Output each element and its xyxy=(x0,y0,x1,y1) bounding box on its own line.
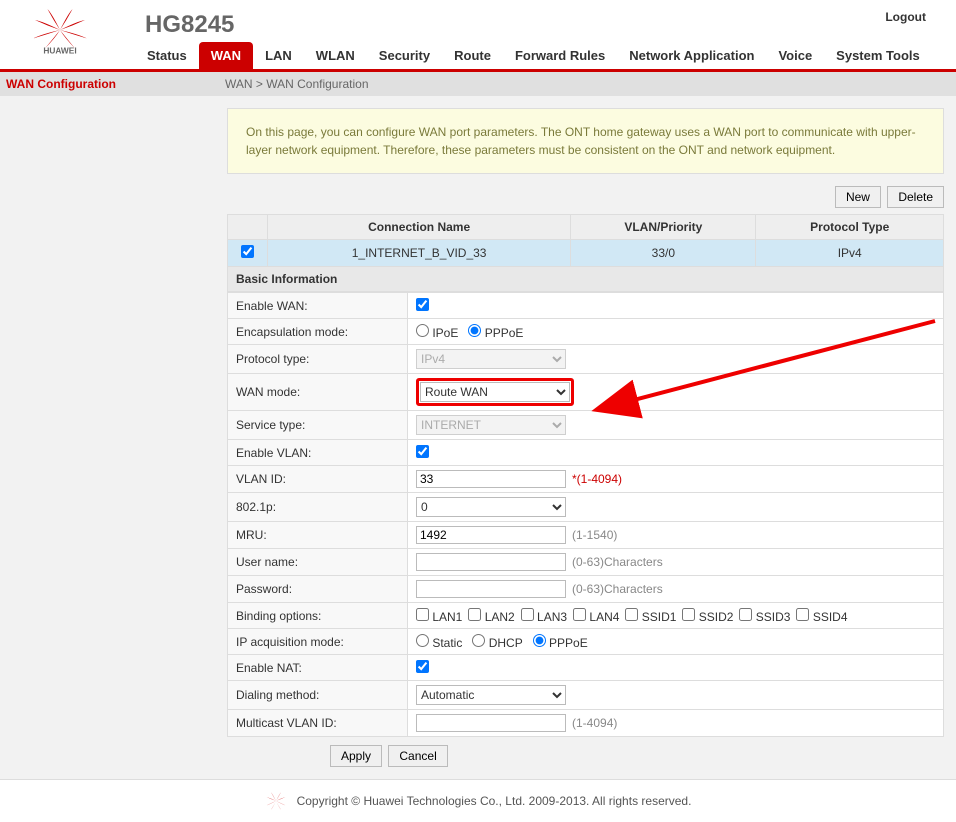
delete-button[interactable]: Delete xyxy=(887,186,944,208)
sidebar-active-item[interactable]: WAN Configuration xyxy=(0,77,215,91)
lbl-service-type: Service type: xyxy=(228,411,408,440)
username-input[interactable] xyxy=(416,553,566,571)
footer: Copyright © Huawei Technologies Co., Ltd… xyxy=(0,779,956,822)
lbl-enable-vlan: Enable VLAN: xyxy=(228,440,408,466)
svg-text:HUAWEI: HUAWEI xyxy=(43,45,76,55)
lbl-mcast: Multicast VLAN ID: xyxy=(228,710,408,737)
lbl-vlan-id: VLAN ID: xyxy=(228,466,408,493)
new-button[interactable]: New xyxy=(835,186,881,208)
dialing-select[interactable]: Automatic xyxy=(416,685,566,705)
wan-mode-select[interactable]: Route WAN xyxy=(420,382,570,402)
binding-lan1[interactable]: LAN1 xyxy=(416,610,462,624)
model-title: HG8245 xyxy=(145,11,234,39)
pass-hint: (0-63)Characters xyxy=(572,582,663,596)
footer-logo-icon xyxy=(265,790,287,812)
ipmode-pppoe[interactable]: PPPoE xyxy=(533,636,588,650)
sidebar xyxy=(0,96,215,779)
ipmode-static[interactable]: Static xyxy=(416,636,462,650)
row-checkbox[interactable] xyxy=(241,245,254,258)
table-row[interactable]: 1_INTERNET_B_VID_33 33/0 IPv4 xyxy=(228,240,944,267)
apply-button[interactable]: Apply xyxy=(330,745,382,767)
lbl-dialing: Dialing method: xyxy=(228,681,408,710)
p8021-select[interactable]: 0 xyxy=(416,497,566,517)
service-type-select: INTERNET xyxy=(416,415,566,435)
binding-ssid4[interactable]: SSID4 xyxy=(796,610,847,624)
section-header: Basic Information xyxy=(227,267,944,292)
password-input[interactable] xyxy=(416,580,566,598)
lbl-binding: Binding options: xyxy=(228,603,408,629)
lbl-8021p: 802.1p: xyxy=(228,493,408,522)
binding-ssid1[interactable]: SSID1 xyxy=(625,610,676,624)
ipmode-dhcp[interactable]: DHCP xyxy=(472,636,522,650)
row-proto: IPv4 xyxy=(756,240,944,267)
lbl-pass: Password: xyxy=(228,576,408,603)
config-form: Enable WAN: Encapsulation mode: IPoE PPP… xyxy=(227,292,944,737)
mru-input[interactable] xyxy=(416,526,566,544)
vlan-id-hint: *(1-4094) xyxy=(572,472,622,486)
multicast-vlan-input[interactable] xyxy=(416,714,566,732)
mcast-hint: (1-4094) xyxy=(572,716,617,730)
binding-lan4[interactable]: LAN4 xyxy=(573,610,619,624)
encap-ipoe[interactable]: IPoE xyxy=(416,326,458,340)
lbl-user: User name: xyxy=(228,549,408,576)
binding-lan3[interactable]: LAN3 xyxy=(521,610,567,624)
protocol-type-select: IPv4 xyxy=(416,349,566,369)
row-name: 1_INTERNET_B_VID_33 xyxy=(268,240,571,267)
lbl-ip-mode: IP acquisition mode: xyxy=(228,629,408,655)
huawei-logo: HUAWEI xyxy=(15,5,105,55)
connection-table: Connection Name VLAN/Priority Protocol T… xyxy=(227,214,944,267)
lbl-proto-type: Protocol type: xyxy=(228,345,408,374)
lbl-nat: Enable NAT: xyxy=(228,655,408,681)
lbl-enable-wan: Enable WAN: xyxy=(228,293,408,319)
enable-vlan-checkbox[interactable] xyxy=(416,445,429,458)
th-connection-name: Connection Name xyxy=(268,215,571,240)
cancel-button[interactable]: Cancel xyxy=(388,745,447,767)
encap-pppoe[interactable]: PPPoE xyxy=(468,326,523,340)
binding-lan2[interactable]: LAN2 xyxy=(468,610,514,624)
info-box: On this page, you can configure WAN port… xyxy=(227,108,944,174)
th-vlan-priority: VLAN/Priority xyxy=(571,215,756,240)
user-hint: (0-63)Characters xyxy=(572,555,663,569)
binding-ssid2[interactable]: SSID2 xyxy=(682,610,733,624)
th-checkbox xyxy=(228,215,268,240)
binding-ssid3[interactable]: SSID3 xyxy=(739,610,790,624)
lbl-encap: Encapsulation mode: xyxy=(228,319,408,345)
mru-hint: (1-1540) xyxy=(572,528,617,542)
enable-wan-checkbox[interactable] xyxy=(416,298,429,311)
lbl-mru: MRU: xyxy=(228,522,408,549)
lbl-wan-mode: WAN mode: xyxy=(228,374,408,411)
breadcrumb: WAN > WAN Configuration xyxy=(215,77,369,91)
row-vlan: 33/0 xyxy=(571,240,756,267)
vlan-id-input[interactable] xyxy=(416,470,566,488)
logout-link[interactable]: Logout xyxy=(885,10,926,24)
th-protocol-type: Protocol Type xyxy=(756,215,944,240)
enable-nat-checkbox[interactable] xyxy=(416,660,429,673)
